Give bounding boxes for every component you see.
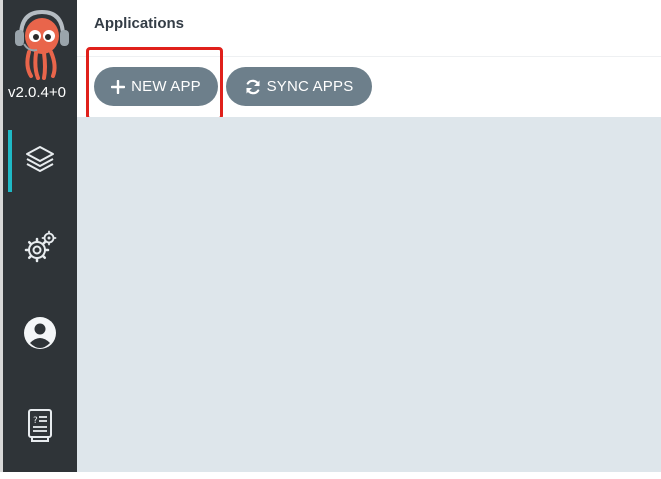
settings-gears-icon [22, 229, 58, 270]
sidebar: v2.0.4+0 ? [0, 0, 77, 472]
applications-content-area [77, 117, 661, 472]
user-avatar-icon [23, 316, 57, 355]
page-header: Applications [77, 0, 661, 57]
argo-logo[interactable] [11, 6, 73, 80]
sync-apps-label: SYNC APPS [266, 78, 354, 95]
docs-book-icon: ? [25, 407, 55, 448]
page-title: Applications [94, 15, 185, 32]
version-label: v2.0.4+0 [8, 84, 66, 101]
sidebar-item-user-info[interactable] [3, 304, 77, 366]
sidebar-item-applications[interactable] [3, 130, 77, 192]
sync-icon [245, 79, 261, 95]
sidebar-item-settings[interactable] [3, 218, 77, 280]
layers-icon [24, 143, 56, 180]
bottom-margin [0, 472, 661, 479]
new-app-button[interactable]: NEW APP [94, 67, 218, 106]
new-app-label: NEW APP [131, 78, 201, 95]
app-window: v2.0.4+0 ? Applications NEW APP SYNC APP… [0, 0, 661, 479]
svg-text:?: ? [33, 416, 38, 426]
sidebar-item-documentation[interactable]: ? [3, 396, 77, 458]
plus-icon [111, 79, 126, 94]
toolbar: NEW APP SYNC APPS [77, 57, 661, 117]
sync-apps-button[interactable]: SYNC APPS [226, 67, 372, 106]
